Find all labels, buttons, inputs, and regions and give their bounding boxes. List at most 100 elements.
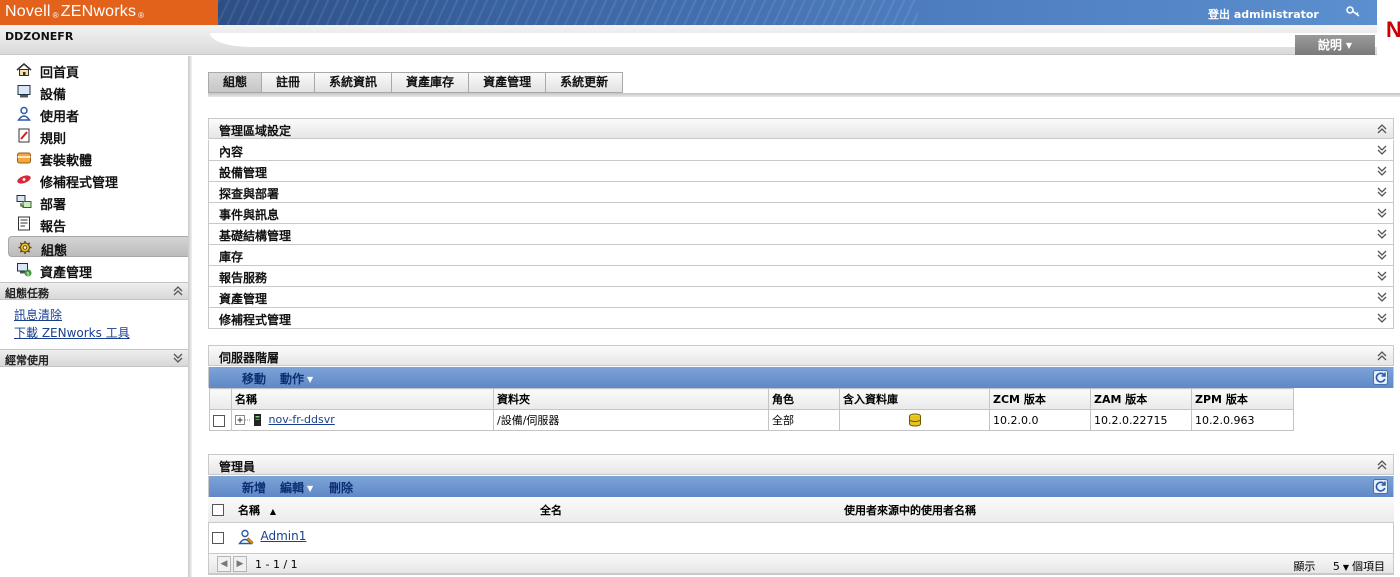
expand-icon[interactable] — [1376, 143, 1388, 157]
expand-icon[interactable] — [172, 351, 184, 365]
expand-icon[interactable] — [1376, 206, 1388, 220]
logout-link[interactable]: 登出 administrator — [1208, 6, 1319, 22]
collapse-icon[interactable] — [172, 284, 184, 298]
column-header-zcm-version[interactable]: ZCM 版本 — [989, 388, 1091, 410]
sidebar-item-devices[interactable]: 設備 — [0, 81, 188, 103]
server-hierarchy-header[interactable]: 伺服器階層 — [208, 345, 1394, 366]
settings-row-infrastructure[interactable]: 基礎結構管理 — [208, 224, 1394, 245]
sidebar-item-patch-management[interactable]: 修補程式管理 — [0, 169, 188, 191]
action-menu-button[interactable]: 動作 ▼ — [280, 370, 313, 387]
sidebar-item-policies[interactable]: 規則 — [0, 125, 188, 147]
settings-row-discovery-deployment[interactable]: 探查與部署 — [208, 182, 1394, 203]
edit-menu-button[interactable]: 編輯 ▼ — [280, 479, 313, 496]
settings-row-inventory[interactable]: 庫存 — [208, 245, 1394, 266]
message-cleanup-link[interactable]: 訊息清除 — [14, 306, 62, 323]
sidebar-item-label: 資產管理 — [40, 266, 93, 281]
configuration-tasks-header[interactable]: 組態任務 — [0, 282, 188, 300]
expand-icon[interactable] — [1376, 164, 1388, 178]
tab-configuration[interactable]: 組態 — [208, 72, 263, 93]
refresh-icon[interactable] — [1373, 370, 1388, 385]
zone-settings-header[interactable]: 管理區域設定 — [208, 118, 1394, 139]
row-checkbox[interactable] — [212, 531, 224, 544]
row-checkbox[interactable] — [213, 414, 225, 427]
settings-row-patch-management[interactable]: 修補程式管理 — [208, 308, 1394, 329]
sidebar-item-users[interactable]: 使用者 — [0, 103, 188, 125]
settings-row-content[interactable]: 內容 — [208, 140, 1394, 161]
add-button[interactable]: 新增 — [242, 479, 266, 496]
tab-registration[interactable]: 註冊 — [262, 72, 316, 93]
zone-bar-curve — [210, 33, 1377, 47]
column-header-zpm-version[interactable]: ZPM 版本 — [1191, 388, 1294, 410]
server-hierarchy-title: 伺服器階層 — [219, 351, 280, 365]
settings-row-device-management[interactable]: 設備管理 — [208, 161, 1394, 182]
column-header-name-label: 名稱 — [238, 503, 260, 517]
help-button[interactable]: 說明 ▼ — [1295, 35, 1375, 55]
frequently-used-title: 經常使用 — [5, 354, 49, 367]
expand-icon[interactable] — [1376, 311, 1388, 325]
administrators-header[interactable]: 管理員 — [208, 454, 1394, 475]
column-header-folder[interactable]: 資料夾 — [493, 388, 769, 410]
configuration-tabs: 組態 註冊 系統資訊 資產庫存 資產管理 系統更新 — [208, 72, 624, 93]
chevron-down-icon[interactable]: ▼ — [1343, 563, 1349, 572]
tree-expand-icon[interactable] — [235, 413, 265, 427]
collapse-icon[interactable] — [1376, 458, 1388, 472]
sidebar-item-configuration[interactable]: 組態 — [8, 236, 188, 259]
settings-row-event-messaging[interactable]: 事件與訊息 — [208, 203, 1394, 224]
admin-name-link[interactable]: Admin1 — [261, 529, 307, 543]
collapse-icon[interactable] — [1376, 349, 1388, 363]
config-gear-icon — [18, 241, 32, 254]
refresh-icon[interactable] — [1373, 479, 1388, 494]
logo-brand: Novell — [5, 3, 51, 20]
settings-row-asset-management[interactable]: 資產管理 — [208, 287, 1394, 308]
previous-page-button[interactable]: ◀ — [217, 556, 231, 572]
page-size-select[interactable]: 5 — [1333, 560, 1340, 573]
expand-icon[interactable] — [1376, 269, 1388, 283]
move-button[interactable]: 移動 — [242, 370, 266, 387]
delete-button[interactable]: 刪除 — [329, 479, 353, 496]
server-zam-version-cell: 10.2.0.22715 — [1090, 409, 1192, 431]
report-icon — [18, 216, 30, 231]
sidebar-item-home[interactable]: 回首頁 — [0, 59, 188, 81]
expand-icon[interactable] — [1376, 290, 1388, 304]
tab-system-information[interactable]: 系統資訊 — [315, 72, 393, 93]
banner-pattern — [218, 0, 918, 25]
settings-row-label: 設備管理 — [219, 166, 268, 180]
select-all-checkbox[interactable] — [212, 504, 224, 517]
column-header-source-user-name[interactable]: 使用者來源中的使用者名稱 — [840, 498, 1394, 523]
tab-asset-inventory[interactable]: 資產庫存 — [392, 72, 470, 93]
expand-icon[interactable] — [1376, 185, 1388, 199]
expand-icon[interactable] — [1376, 227, 1388, 241]
frequently-used-header[interactable]: 經常使用 — [0, 349, 188, 367]
column-header-full-name[interactable]: 全名 — [536, 498, 840, 523]
sidebar-item-reports[interactable]: 報告 — [0, 213, 188, 235]
database-icon — [908, 413, 921, 427]
settings-row-reporting-services[interactable]: 報告服務 — [208, 266, 1394, 287]
tab-system-updates[interactable]: 系統更新 — [546, 72, 624, 93]
tab-asset-management[interactable]: 資產管理 — [469, 72, 547, 93]
admin-full-name-cell — [536, 522, 840, 552]
sidebar-item-deployment[interactable]: 部署 — [0, 191, 188, 213]
bundle-icon — [17, 152, 31, 164]
sidebar-item-label: 套裝軟體 — [40, 154, 93, 169]
settings-row-label: 基礎結構管理 — [219, 229, 292, 243]
table-row: nov-fr-ddsvr /設備/伺服器 全部 10.2.0.0 10.2.0.… — [209, 409, 1294, 431]
column-header-role[interactable]: 角色 — [768, 388, 840, 410]
row-select-cell — [209, 409, 232, 431]
sidebar-item-asset-management[interactable]: $ 資產管理 — [0, 259, 188, 281]
show-suffix-label: 個項目 — [1352, 560, 1385, 573]
expand-icon[interactable] — [1376, 248, 1388, 262]
logo-product: ZENworks — [60, 3, 137, 20]
table-row: Admin1 — [208, 522, 1394, 552]
collapse-icon[interactable] — [1376, 122, 1388, 136]
download-tools-link[interactable]: 下載 ZENworks 工具 — [14, 324, 130, 341]
column-header-includes-database[interactable]: 含入資料庫 — [839, 388, 990, 410]
column-header-name[interactable]: 名稱 — [231, 388, 494, 410]
sidebar-item-bundles[interactable]: 套裝軟體 — [0, 147, 188, 169]
column-header-zam-version[interactable]: ZAM 版本 — [1090, 388, 1192, 410]
next-page-button[interactable]: ▶ — [233, 556, 247, 572]
column-header-name[interactable]: 名稱 ▲ — [234, 498, 536, 523]
page-size-control: 顯示 5 ▼ 個項目 — [1293, 558, 1385, 574]
server-name-link[interactable]: nov-fr-ddsvr — [269, 413, 335, 426]
key-icon[interactable] — [1346, 5, 1360, 17]
page-range-label: 1 - 1 / 1 — [255, 558, 298, 571]
